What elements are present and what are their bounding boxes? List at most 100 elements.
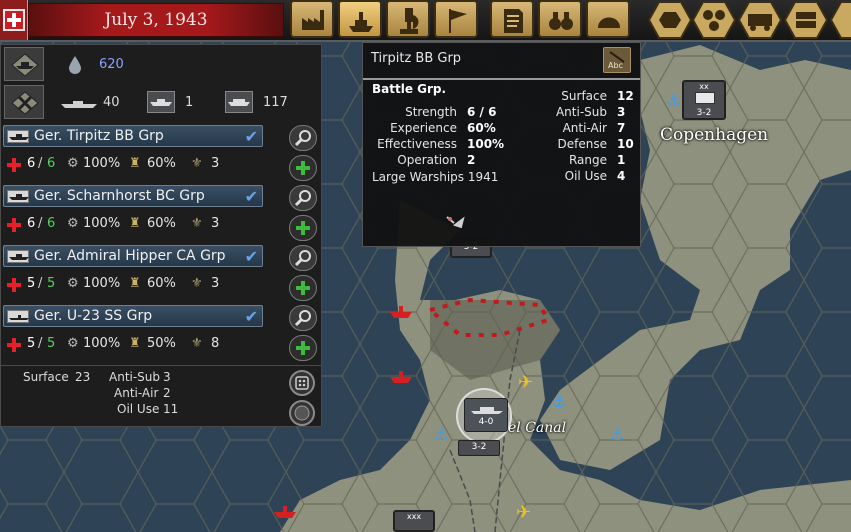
unit-counter-south[interactable]: xxx [393, 510, 435, 532]
ship-silhouette-icon [61, 101, 97, 108]
strength-cross-icon [7, 278, 21, 292]
strength-value: 5 [27, 336, 36, 351]
fleet-overview-button[interactable] [4, 47, 44, 81]
surface-label: Surface [561, 89, 607, 103]
canal-label: el Canal [508, 420, 567, 436]
plus-icon [296, 341, 310, 355]
map-mode-supply[interactable] [783, 0, 829, 40]
experience-value: 3 [211, 156, 220, 171]
unit-arrow-icon [446, 216, 465, 229]
ship-name-bar[interactable]: Ger. Scharnhorst BC Grp ✔ [3, 185, 263, 207]
selected-check-icon[interactable]: ✔ [245, 307, 258, 326]
svg-text:⚓: ⚓ [434, 425, 448, 444]
ship-row-admiral-hipper[interactable]: Ger. Admiral Hipper CA Grp ✔ 5 / 5 ⚙ 100… [1, 243, 321, 303]
unit-counter-canal[interactable]: 3-2 [458, 440, 500, 456]
repair-button[interactable] [4, 85, 44, 119]
map-mode-other[interactable] [829, 0, 851, 40]
intelligence-button[interactable] [538, 0, 582, 38]
svg-text:✈: ✈ [518, 372, 533, 393]
transports-count: 117 [263, 95, 288, 110]
svg-text:⚓: ⚓ [667, 91, 681, 110]
supply-icon [783, 1, 829, 39]
supply-value: 100% [83, 336, 121, 351]
document-icon [504, 9, 523, 33]
antisub-value: 3 [617, 105, 626, 119]
army-button[interactable] [586, 0, 630, 38]
top-bar: July 3, 1943 [0, 0, 851, 42]
experience-medal-icon: ⚜ [191, 336, 203, 351]
strength-cross-icon [7, 338, 21, 352]
strength-slash: / [38, 216, 43, 231]
ship-name: Ger. Scharnhorst BC Grp [34, 188, 205, 204]
selected-check-icon[interactable]: ✔ [245, 187, 258, 206]
zoom-to-ship-button[interactable] [289, 185, 317, 211]
formation-button[interactable] [289, 370, 315, 396]
zoom-to-ship-button[interactable] [289, 245, 317, 271]
tools-icon [11, 91, 39, 115]
selected-fleet-marker[interactable]: 4-0 [456, 388, 512, 444]
nation-flag[interactable] [0, 0, 28, 40]
map-mode-railways[interactable] [737, 0, 783, 40]
strength-max: 6 [47, 216, 56, 231]
ship-name-bar[interactable]: Ger. Tirpitz BB Grp ✔ [3, 125, 263, 147]
zoom-to-ship-button[interactable] [289, 125, 317, 151]
selected-check-icon[interactable]: ✔ [245, 127, 258, 146]
oil-use-label: Oil Use [117, 402, 160, 416]
strength-cross-icon [7, 218, 21, 232]
production-button[interactable] [290, 0, 334, 38]
stance-button[interactable] [289, 400, 315, 426]
map-mode-hex[interactable] [647, 0, 693, 40]
magnifier-icon [294, 190, 311, 207]
org-icon: ♜ [129, 156, 141, 171]
tooltip-type: Battle Grp. [372, 82, 447, 96]
navy-button[interactable] [338, 0, 382, 38]
research-button[interactable] [386, 0, 430, 38]
hexagon-icon [647, 1, 693, 39]
factory-icon [302, 10, 324, 30]
diplomacy-button[interactable] [434, 0, 478, 38]
microscope-icon [400, 8, 419, 34]
oil-use-value: 11 [163, 402, 179, 416]
surface-value: 23 [75, 370, 91, 384]
org-icon: ♜ [129, 276, 141, 291]
add-ship-button[interactable] [289, 215, 317, 241]
circle-icon [294, 405, 310, 421]
zoom-to-ship-button[interactable] [289, 305, 317, 331]
strength-value: 5 [27, 276, 36, 291]
supply-value: 100% [83, 156, 121, 171]
rename-label: Abc [608, 61, 623, 70]
rename-button[interactable]: Abc [603, 47, 631, 73]
fleet-totals: Surface 23 Anti-Sub 3 Anti-Air 2 Oil Use… [1, 365, 321, 427]
range-label: Range [568, 153, 607, 167]
formation-dots-icon [295, 376, 309, 390]
add-ship-button[interactable] [289, 275, 317, 301]
map-mode-resources[interactable] [691, 0, 737, 40]
unit-counter-copenhagen[interactable]: xx 3-2 [682, 80, 726, 120]
org-value: 60% [147, 276, 176, 291]
ship-icon [349, 12, 373, 32]
selected-check-icon[interactable]: ✔ [245, 247, 258, 266]
strength-label: Strength [405, 105, 457, 119]
ship-name-bar[interactable]: Ger. Admiral Hipper CA Grp ✔ [3, 245, 263, 267]
add-ship-button[interactable] [289, 335, 317, 361]
decisions-button[interactable] [490, 0, 534, 38]
org-value: 60% [147, 216, 176, 231]
ship-row-tirpitz[interactable]: Ger. Tirpitz BB Grp ✔ 6 / 6 ⚙ 100% ♜ 60%… [1, 123, 321, 183]
org-value: 50% [147, 336, 176, 351]
ship-name: Ger. Tirpitz BB Grp [34, 128, 164, 144]
magnifier-icon [294, 310, 311, 327]
ship-name: Ger. Admiral Hipper CA Grp [34, 248, 226, 264]
ship-row-u23[interactable]: Ger. U-23 SS Grp ✔ 5 / 5 ⚙ 100% ♜ 50% ⚜ … [1, 303, 321, 363]
ship-row-scharnhorst[interactable]: Ger. Scharnhorst BC Grp ✔ 6 / 6 ⚙ 100% ♜… [1, 183, 321, 243]
antiair-value: 7 [617, 121, 626, 135]
city-label-copenhagen: Copenhagen [660, 125, 769, 145]
battle-groups-count: 1 [185, 95, 194, 110]
ship-name: Ger. U-23 SS Grp [34, 308, 153, 324]
add-ship-button[interactable] [289, 155, 317, 181]
ship-name-bar[interactable]: Ger. U-23 SS Grp ✔ [3, 305, 263, 327]
strength-max: 5 [47, 276, 56, 291]
helmet-icon [598, 17, 620, 28]
defense-label: Defense [557, 137, 607, 151]
strength-slash: / [38, 336, 43, 351]
fuel-value: 620 [99, 57, 124, 72]
